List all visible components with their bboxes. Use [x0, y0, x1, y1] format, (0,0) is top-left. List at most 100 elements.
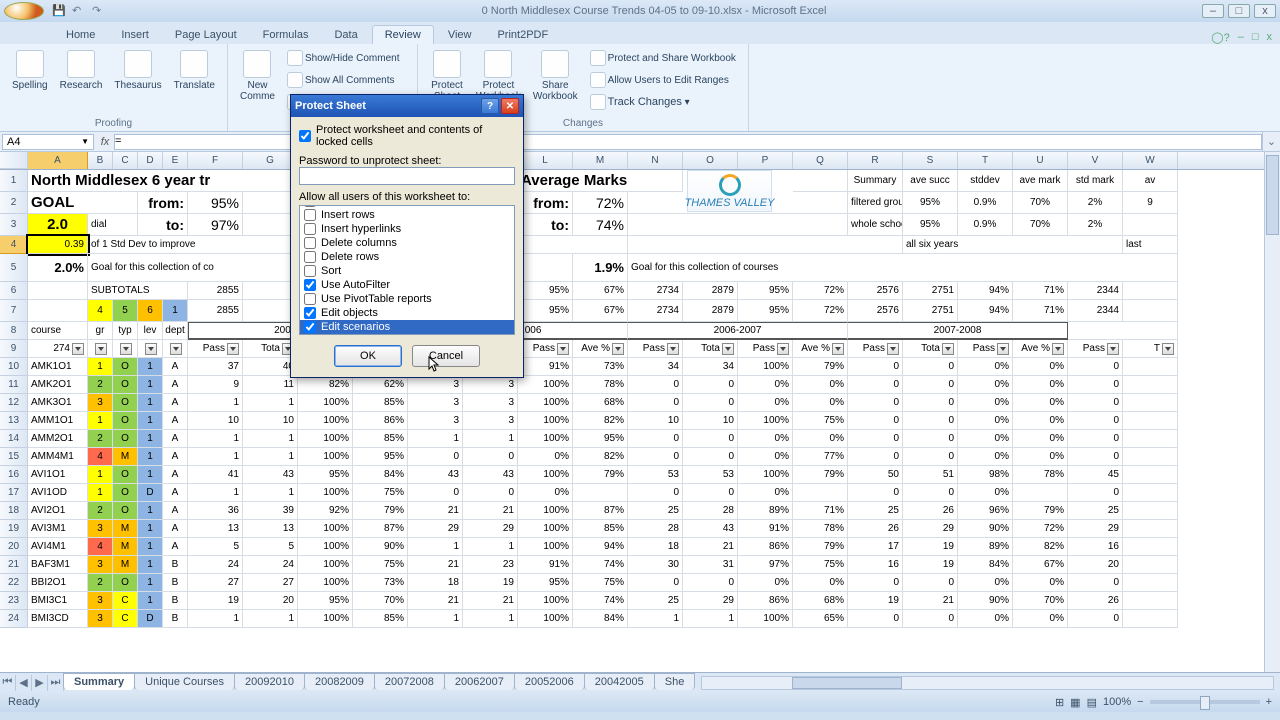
cell[interactable]: Average Marks: [518, 170, 683, 192]
cell[interactable]: course: [28, 322, 88, 340]
cell[interactable]: 0%: [738, 484, 793, 502]
col-header-W[interactable]: W: [1123, 152, 1178, 169]
cell[interactable]: 1: [188, 484, 243, 502]
row-header[interactable]: 8: [0, 322, 28, 340]
cell[interactable]: C: [113, 610, 138, 628]
cell[interactable]: dial: [88, 214, 138, 236]
cell[interactable]: A: [163, 394, 188, 412]
cell[interactable]: 0%: [738, 574, 793, 592]
cell[interactable]: filtered group: [848, 192, 903, 214]
cell[interactable]: M: [113, 538, 138, 556]
cell[interactable]: 0: [903, 484, 958, 502]
cell[interactable]: 1: [188, 394, 243, 412]
cell[interactable]: 3: [408, 376, 463, 394]
cell[interactable]: [1123, 430, 1178, 448]
cell[interactable]: 70%: [1013, 214, 1068, 236]
cell[interactable]: 3: [88, 610, 113, 628]
permission-item[interactable]: Edit scenarios: [300, 320, 514, 334]
cell[interactable]: 0%: [1013, 448, 1068, 466]
cell[interactable]: 1: [408, 610, 463, 628]
cell[interactable]: 85%: [573, 520, 628, 538]
col-header-S[interactable]: S: [903, 152, 958, 169]
cell[interactable]: 95%: [573, 430, 628, 448]
cell[interactable]: 0: [683, 574, 738, 592]
cell[interactable]: 79%: [1013, 502, 1068, 520]
spreadsheet-grid[interactable]: ABCDEFGHIJKLMNOPQRSTUVW 1North Middlesex…: [0, 152, 1280, 672]
cell[interactable]: AVI3M1: [28, 520, 88, 538]
ok-button[interactable]: OK: [334, 345, 402, 367]
cell[interactable]: 86%: [738, 538, 793, 556]
cell[interactable]: 26: [903, 502, 958, 520]
sheet-nav-first[interactable]: ⏮: [0, 675, 16, 691]
maximize-button[interactable]: □: [1228, 4, 1250, 18]
row-header[interactable]: 24: [0, 610, 28, 628]
cell[interactable]: 2007-2008: [848, 322, 1068, 340]
cell[interactable]: 1: [463, 538, 518, 556]
cell[interactable]: 87%: [353, 520, 408, 538]
cell[interactable]: 0: [903, 448, 958, 466]
cell[interactable]: 0: [848, 448, 903, 466]
cell[interactable]: 91%: [518, 358, 573, 376]
cell[interactable]: 16: [848, 556, 903, 574]
cell[interactable]: 29: [903, 520, 958, 538]
cell[interactable]: O: [113, 484, 138, 502]
cell[interactable]: 16: [1068, 538, 1123, 556]
cell[interactable]: 0%: [1013, 376, 1068, 394]
cell[interactable]: 41: [188, 466, 243, 484]
permission-item[interactable]: Use AutoFilter: [300, 278, 514, 292]
cell[interactable]: 0: [903, 376, 958, 394]
cell[interactable]: 100%: [298, 538, 353, 556]
cell[interactable]: 68%: [793, 592, 848, 610]
cell[interactable]: SUBTOTALS: [88, 282, 188, 300]
cell[interactable]: 82%: [573, 412, 628, 430]
cell[interactable]: 94%: [958, 282, 1013, 300]
cell[interactable]: [1123, 610, 1178, 628]
cell[interactable]: 100%: [518, 394, 573, 412]
cell[interactable]: 34: [683, 358, 738, 376]
row-header[interactable]: 17: [0, 484, 28, 502]
cell[interactable]: A: [163, 466, 188, 484]
formula-input[interactable]: =: [114, 134, 1262, 150]
cell[interactable]: 5: [188, 538, 243, 556]
cell[interactable]: 73%: [353, 574, 408, 592]
cell[interactable]: A: [163, 448, 188, 466]
cell[interactable]: 1: [88, 358, 113, 376]
cell[interactable]: 27: [188, 574, 243, 592]
sheet-tab[interactable]: 20052006: [514, 673, 585, 690]
zoom-in-button[interactable]: +: [1266, 696, 1272, 708]
cell[interactable]: 95%: [903, 214, 958, 236]
cell[interactable]: 13: [243, 520, 298, 538]
cell[interactable]: 100%: [298, 484, 353, 502]
cell[interactable]: 70%: [353, 592, 408, 610]
cell[interactable]: 2344: [1068, 282, 1123, 300]
cell[interactable]: 0: [903, 430, 958, 448]
cell[interactable]: A: [163, 520, 188, 538]
cell[interactable]: A: [163, 484, 188, 502]
cell[interactable]: 274: [28, 340, 88, 358]
cell[interactable]: 21: [903, 592, 958, 610]
row-header[interactable]: 15: [0, 448, 28, 466]
cell[interactable]: 0.39: [28, 236, 88, 254]
cell[interactable]: 86%: [353, 412, 408, 430]
thesaurus-button[interactable]: Thesaurus: [110, 48, 165, 93]
cell[interactable]: 6: [138, 300, 163, 322]
cell[interactable]: 18: [628, 538, 683, 556]
cell[interactable]: 1: [463, 430, 518, 448]
cell[interactable]: 43: [683, 520, 738, 538]
cell[interactable]: 71%: [1013, 300, 1068, 322]
fx-icon[interactable]: fx: [96, 136, 114, 148]
cell[interactable]: M: [113, 520, 138, 538]
cell[interactable]: 19: [903, 556, 958, 574]
cell[interactable]: 3: [408, 394, 463, 412]
row-header[interactable]: 1: [0, 170, 28, 192]
cell[interactable]: Ave %: [793, 340, 848, 358]
cell[interactable]: 2879: [683, 300, 738, 322]
cell[interactable]: 29: [1068, 520, 1123, 538]
cell[interactable]: 1: [463, 610, 518, 628]
cell[interactable]: 1: [138, 466, 163, 484]
cell[interactable]: 1: [88, 484, 113, 502]
cell[interactable]: 90%: [958, 592, 1013, 610]
cell[interactable]: 1: [683, 610, 738, 628]
cell[interactable]: 75%: [573, 574, 628, 592]
show-all-comments-button[interactable]: Show All Comments: [283, 70, 403, 90]
